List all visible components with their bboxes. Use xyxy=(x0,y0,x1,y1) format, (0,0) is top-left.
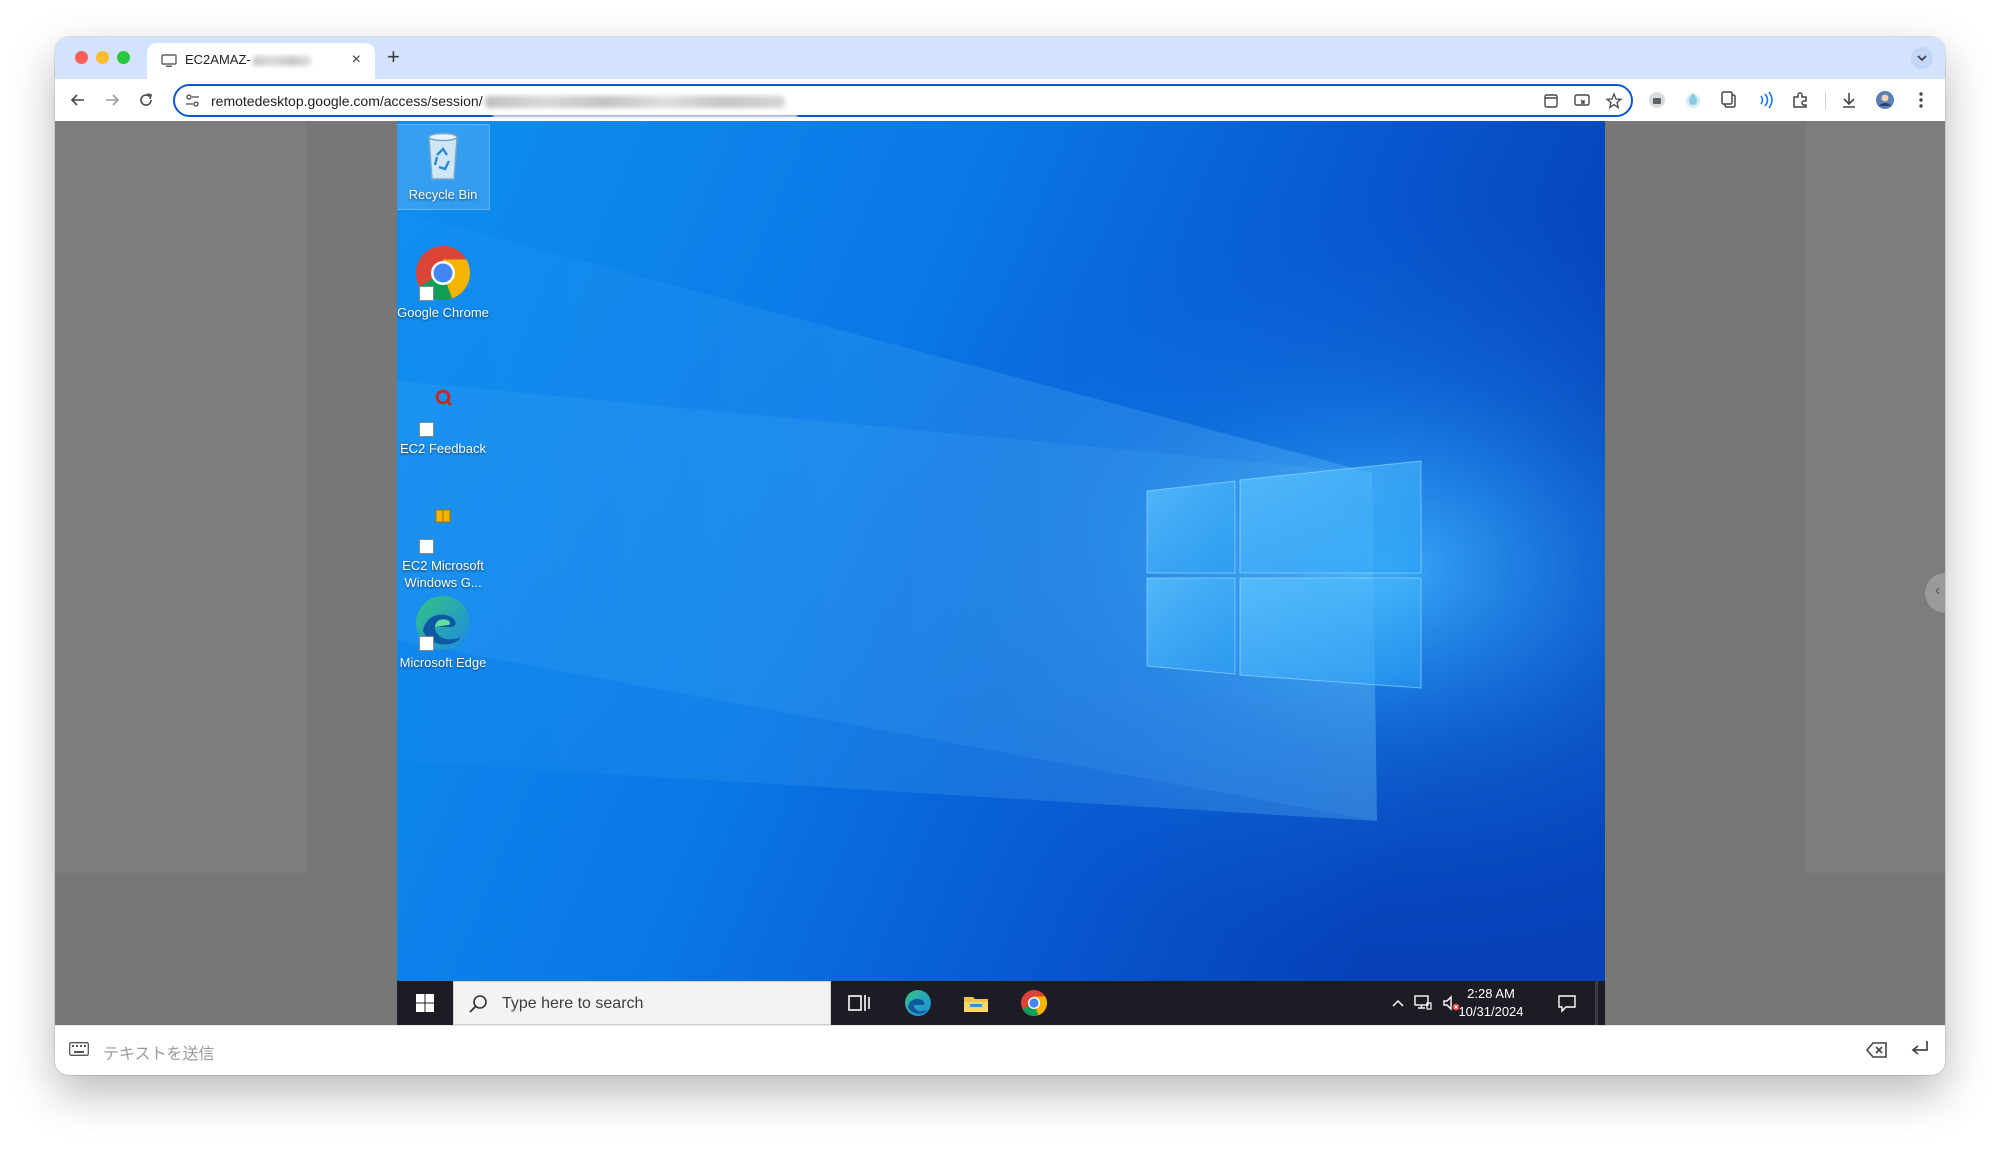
browser-window: EC2AMAZ- × + remotedesktop.google.com/ac… xyxy=(55,37,1945,1075)
password-manager-icon[interactable] xyxy=(1647,90,1667,110)
close-tab-icon[interactable]: × xyxy=(352,51,361,69)
chrome-label: Google Chrome xyxy=(397,305,489,320)
windows-wallpaper xyxy=(397,121,1605,981)
search-icon xyxy=(469,995,487,1013)
action-center-notification-icon[interactable] xyxy=(1557,993,1577,1013)
chrome-taskbar-icon[interactable] xyxy=(1019,988,1049,1018)
maximize-window-button[interactable] xyxy=(117,51,130,64)
toolbar-divider xyxy=(1825,92,1826,110)
letterbox-right xyxy=(1805,121,1945,873)
open-in-app-icon[interactable] xyxy=(1542,92,1560,110)
desktop-icon-microsoft-edge[interactable]: Microsoft Edge xyxy=(397,593,489,671)
file-explorer-icon[interactable] xyxy=(961,988,991,1018)
task-view-icon[interactable] xyxy=(844,988,874,1018)
more-menu-icon[interactable] xyxy=(1911,90,1931,110)
reload-button[interactable] xyxy=(135,89,157,111)
enter-key-icon[interactable] xyxy=(1909,1038,1931,1060)
tab-title: EC2AMAZ- xyxy=(185,52,311,67)
chevron-left-icon: ‹ xyxy=(1935,582,1941,599)
cast-icon[interactable] xyxy=(1573,92,1591,110)
remote-session-viewport: ‹ Recycle Bin Google Chrome EC2 Feedback… xyxy=(55,121,1945,1025)
ec2-windows-guide-label: EC2 Microsoft Windows G... xyxy=(402,558,484,590)
redacted-url-segment xyxy=(485,96,785,108)
back-button[interactable] xyxy=(67,89,89,111)
extensions-puzzle-icon[interactable] xyxy=(1791,90,1811,110)
tab-active[interactable]: EC2AMAZ- × xyxy=(147,43,375,79)
edge-label: Microsoft Edge xyxy=(399,655,487,670)
copy-icon[interactable] xyxy=(1719,90,1739,110)
ec2-feedback-label: EC2 Feedback xyxy=(400,441,486,456)
arrow-right-icon xyxy=(106,94,120,106)
recycle-bin-label: Recycle Bin xyxy=(408,187,478,202)
send-text-input[interactable]: テキストを送信 xyxy=(103,1040,215,1064)
backspace-icon[interactable] xyxy=(1865,1040,1889,1060)
desktop-icon-recycle-bin[interactable]: Recycle Bin xyxy=(397,124,490,210)
bookmark-star-icon[interactable] xyxy=(1605,92,1623,110)
minimize-window-button[interactable] xyxy=(96,51,109,64)
edge-taskbar-icon[interactable] xyxy=(903,988,933,1018)
letterbox-left xyxy=(55,121,307,873)
new-tab-button[interactable]: + xyxy=(387,45,400,69)
keyboard-icon[interactable] xyxy=(69,1042,89,1056)
shortcut-arrow-icon xyxy=(419,286,434,301)
forward-button[interactable] xyxy=(101,89,123,111)
clock-date: 10/31/2024 xyxy=(1458,1004,1524,1019)
chevron-down-icon xyxy=(1917,55,1927,62)
read-aloud-icon[interactable] xyxy=(1755,90,1775,110)
taskbar-clock[interactable]: 2:28 AM 10/31/2024 xyxy=(1451,985,1531,1021)
shortcut-arrow-icon xyxy=(419,539,434,554)
clock-time: 2:28 AM xyxy=(1467,986,1515,1001)
shortcut-arrow-icon xyxy=(419,422,434,437)
url-text: remotedesktop.google.com/access/session/ xyxy=(211,93,483,109)
network-icon[interactable] xyxy=(1413,993,1433,1013)
show-desktop-button[interactable] xyxy=(1595,981,1598,1025)
recycle-bin-icon xyxy=(428,132,458,180)
shortcut-arrow-icon xyxy=(419,636,434,651)
desktop-icon-ec2-windows-guide[interactable]: EC2 Microsoft Windows G... xyxy=(397,496,489,591)
start-button[interactable] xyxy=(397,981,453,1025)
remote-desktop-screen[interactable]: Recycle Bin Google Chrome EC2 Feedback E… xyxy=(397,121,1605,1025)
send-text-bar: テキストを送信 xyxy=(55,1025,1945,1075)
desktop-icon-google-chrome[interactable]: Google Chrome xyxy=(397,243,489,321)
search-placeholder: Type here to search xyxy=(502,995,644,1012)
remote-desktop-icon xyxy=(161,54,177,67)
desktop-icon-ec2-feedback[interactable]: EC2 Feedback xyxy=(397,379,489,457)
arrow-left-icon xyxy=(70,94,84,106)
tab-search-button[interactable] xyxy=(1911,47,1933,69)
extension-drop-icon[interactable] xyxy=(1683,90,1703,110)
windows-taskbar: Type here to search 2:28 AM 10/31/2024 xyxy=(397,981,1605,1025)
browser-toolbar: remotedesktop.google.com/access/session/ xyxy=(55,79,1945,121)
reload-icon xyxy=(140,93,152,106)
profile-avatar-icon[interactable] xyxy=(1875,90,1895,110)
url-underline xyxy=(493,115,797,118)
tab-strip: EC2AMAZ- × + xyxy=(55,37,1945,79)
close-window-button[interactable] xyxy=(75,51,88,64)
download-icon[interactable] xyxy=(1839,90,1859,110)
windows-start-icon xyxy=(416,994,434,1012)
show-hidden-icons-chevron-up-icon[interactable] xyxy=(1390,995,1406,1011)
site-settings-icon[interactable] xyxy=(185,93,200,108)
taskbar-search-box[interactable]: Type here to search xyxy=(453,981,831,1025)
address-bar[interactable]: remotedesktop.google.com/access/session/ xyxy=(173,84,1633,118)
